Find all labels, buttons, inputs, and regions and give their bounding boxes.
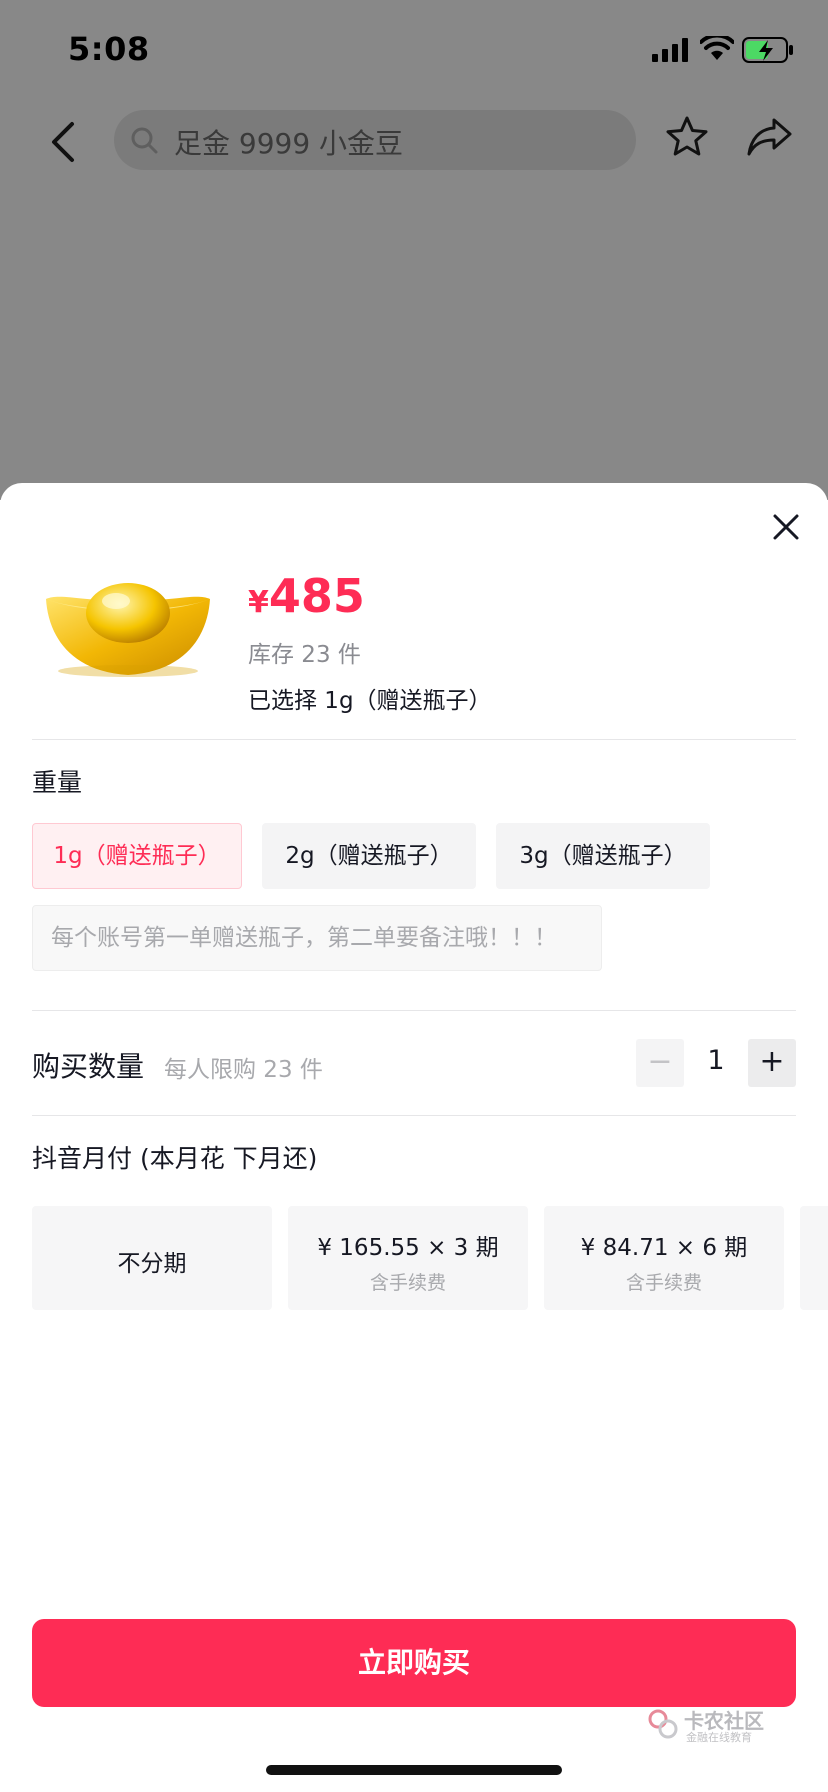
wifi-icon xyxy=(700,36,734,60)
installment-main-text: ¥ 165.55 × 3 期 xyxy=(317,1235,499,1261)
divider xyxy=(32,1115,796,1116)
installment-option-partial[interactable] xyxy=(800,1206,828,1310)
installment-main-text: 不分期 xyxy=(117,1251,187,1277)
favorite-star-icon[interactable] xyxy=(664,114,710,160)
installment-fee-text: 含手续费 xyxy=(625,1272,702,1294)
gold-ingot-image[interactable] xyxy=(40,571,216,681)
watermark-logo-icon xyxy=(648,1709,678,1739)
monthly-pay-label: 抖音月付 (本月花 下月还) xyxy=(32,1144,318,1173)
watermark-subtitle: 金融在线教育 xyxy=(686,1731,752,1744)
home-indicator[interactable] xyxy=(266,1765,562,1775)
back-icon[interactable] xyxy=(44,118,84,166)
divider xyxy=(32,1010,796,1011)
status-bar: 5:08 xyxy=(0,0,828,100)
weight-label: 重量 xyxy=(32,768,83,797)
selected-variant-text: 已选择 1g（赠送瓶子） xyxy=(248,688,492,714)
close-icon[interactable] xyxy=(772,513,800,541)
weight-option-3g[interactable]: 3g（赠送瓶子） xyxy=(496,823,710,889)
status-time: 5:08 xyxy=(68,30,150,68)
product-price: ¥485 xyxy=(248,569,365,623)
sku-selection-sheet: ¥485 库存 23 件 已选择 1g（赠送瓶子） 重量 1g（赠送瓶子） 2g… xyxy=(0,483,828,1792)
signal-icon xyxy=(652,38,688,62)
installment-option-none[interactable]: 不分期 xyxy=(32,1206,272,1310)
nav-bar: 足金 9999 小金豆 xyxy=(0,100,828,184)
quantity-label: 购买数量 xyxy=(32,1050,145,1083)
quantity-decrease-button[interactable]: − xyxy=(636,1039,684,1087)
divider xyxy=(32,739,796,740)
installment-main-text: ¥ 84.71 × 6 期 xyxy=(580,1235,748,1261)
quantity-increase-button[interactable]: + xyxy=(748,1039,796,1087)
search-icon xyxy=(131,127,158,154)
price-value: 485 xyxy=(268,569,365,623)
battery-charging-icon xyxy=(742,37,793,63)
weight-option-2g[interactable]: 2g（赠送瓶子） xyxy=(262,823,476,889)
installment-option-3[interactable]: ¥ 165.55 × 3 期 含手续费 xyxy=(288,1206,528,1310)
search-bar[interactable]: 足金 9999 小金豆 xyxy=(114,110,636,170)
buy-now-button[interactable]: 立即购买 xyxy=(32,1619,796,1707)
gift-note: 每个账号第一单赠送瓶子，第二单要备注哦！！！ xyxy=(32,905,602,971)
weight-option-1g[interactable]: 1g（赠送瓶子） xyxy=(32,823,242,889)
stock-text: 库存 23 件 xyxy=(248,642,361,668)
installment-option-6[interactable]: ¥ 84.71 × 6 期 含手续费 xyxy=(544,1206,784,1310)
search-text: 足金 9999 小金豆 xyxy=(174,127,404,160)
price-currency: ¥ xyxy=(248,585,269,620)
watermark: 卡农社区 金融在线教育 xyxy=(646,1705,776,1745)
backdrop-overlay[interactable]: 5:08 足金 9999 小金豆 xyxy=(0,0,828,500)
quantity-value[interactable]: 1 xyxy=(700,1045,732,1076)
quantity-limit-text: 每人限购 23 件 xyxy=(164,1057,323,1083)
share-icon[interactable] xyxy=(746,116,794,158)
installment-fee-text: 含手续费 xyxy=(369,1272,446,1294)
